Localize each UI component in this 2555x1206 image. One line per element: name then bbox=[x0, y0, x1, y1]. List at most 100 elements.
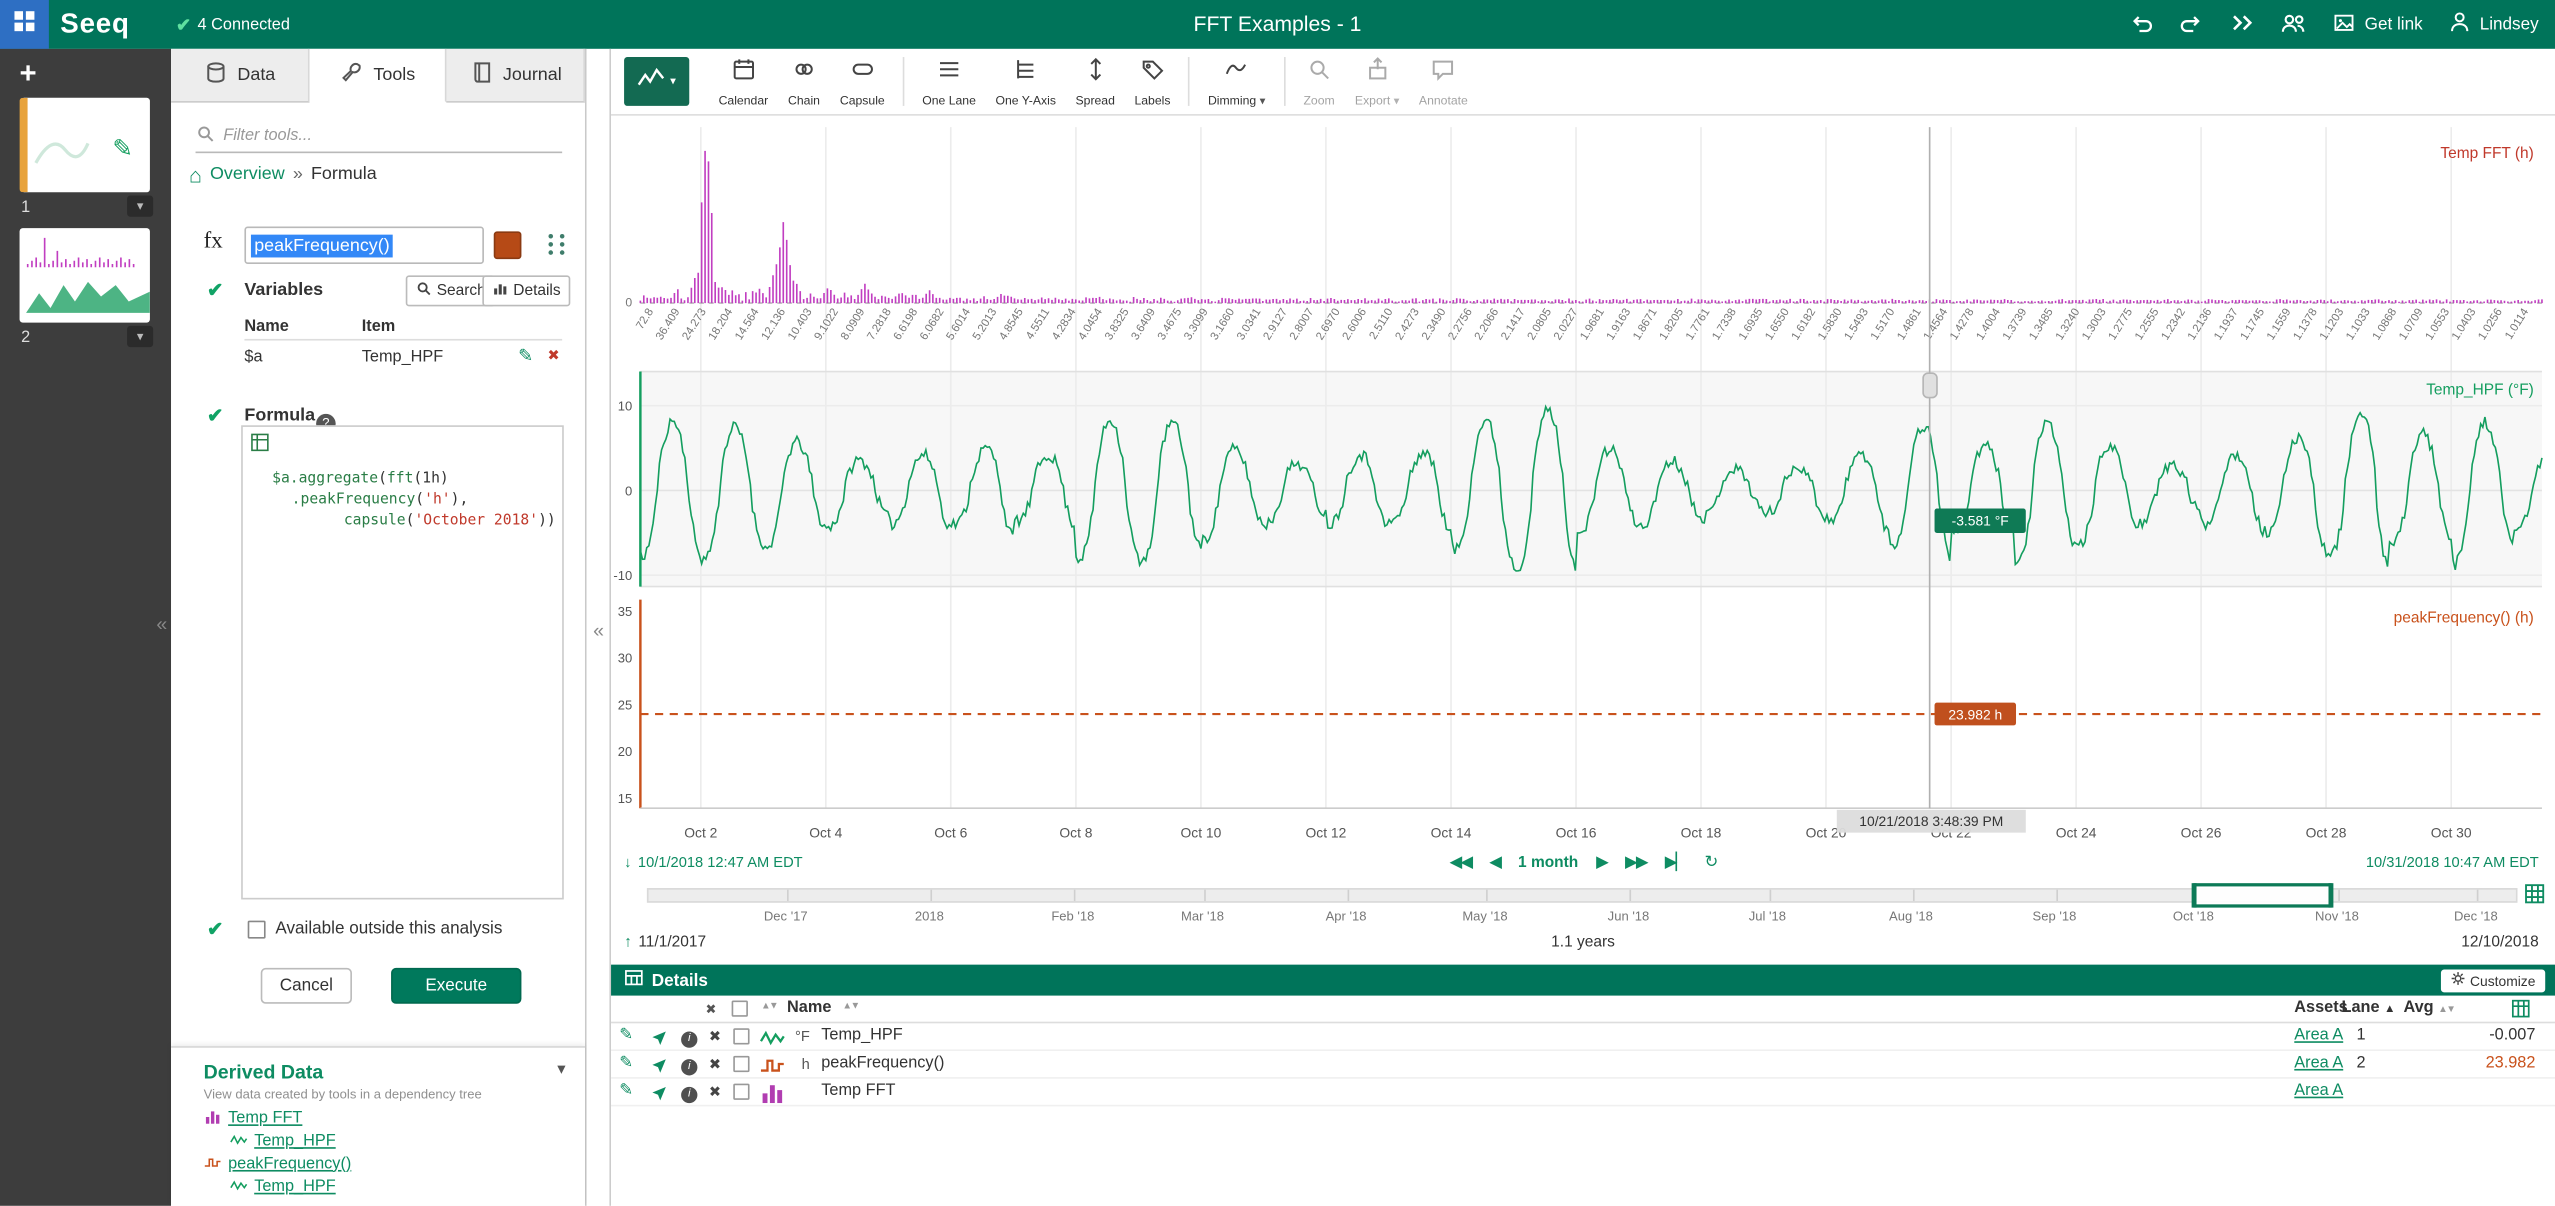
filter-tools-input[interactable] bbox=[223, 127, 562, 145]
edit-icon[interactable]: ✎ bbox=[619, 1054, 633, 1072]
toolbar-one-y-axis-button[interactable]: One Y-Axis bbox=[986, 53, 1066, 110]
remove-icon[interactable]: ✖ bbox=[709, 1056, 721, 1074]
jump-back-button[interactable]: ◀◀ bbox=[1449, 854, 1471, 872]
customize-button[interactable]: Customize bbox=[2441, 969, 2546, 992]
code-line[interactable]: .peakFrequency('h'), bbox=[272, 490, 556, 511]
insert-variable-icon[interactable] bbox=[249, 432, 270, 461]
assets-link[interactable]: Area A bbox=[2294, 1027, 2343, 1045]
svg-text:10: 10 bbox=[618, 399, 632, 414]
col-avg-header[interactable]: Avg ▲▼ bbox=[2403, 999, 2454, 1017]
remove-variable-icon[interactable]: ✖ bbox=[547, 347, 559, 365]
info-icon[interactable]: i bbox=[681, 1056, 697, 1076]
undo-icon[interactable] bbox=[2128, 9, 2154, 40]
remove-icon[interactable]: ✖ bbox=[709, 1084, 721, 1102]
timeline-selection[interactable] bbox=[2193, 883, 2332, 907]
get-link-button[interactable]: Get link bbox=[2332, 11, 2423, 39]
formula-options-icon[interactable] bbox=[543, 230, 572, 259]
toolbar-dimming-button[interactable]: Dimming ▾ bbox=[1198, 53, 1275, 110]
worksheet-thumbnail[interactable] bbox=[20, 228, 150, 323]
toolbar-spread-button[interactable]: Spread bbox=[1066, 53, 1125, 110]
range-end-link[interactable]: 10/31/2018 10:47 AM EDT bbox=[2366, 854, 2539, 870]
worksheet-menu-chevron-icon[interactable]: ▾ bbox=[127, 196, 153, 217]
tab-data[interactable]: Data bbox=[171, 49, 309, 103]
code-line[interactable]: capsule('October 2018')) bbox=[272, 512, 556, 533]
available-outside-checkbox[interactable] bbox=[248, 921, 266, 939]
row-checkbox[interactable] bbox=[733, 1084, 749, 1105]
assets-link[interactable]: Area A bbox=[2294, 1082, 2343, 1100]
home-icon[interactable]: ⌂ bbox=[189, 165, 202, 183]
toolbar-labels-button[interactable]: Labels bbox=[1125, 53, 1181, 110]
svg-text:4.5511: 4.5511 bbox=[1024, 306, 1052, 341]
formula-code-editor[interactable]: $a.aggregate(fft(1h).peakFrequency('h'),… bbox=[241, 425, 564, 899]
worksheet-thumbnail[interactable]: ✎ bbox=[20, 98, 150, 193]
forward-all-icon[interactable] bbox=[2229, 9, 2255, 40]
view-selector-button[interactable]: ▾ bbox=[624, 57, 689, 106]
col-lane-header[interactable]: Lane ▲ bbox=[2342, 999, 2396, 1017]
derived-data-subtitle: View data created by tools in a dependen… bbox=[204, 1087, 482, 1102]
item-name[interactable]: Temp FFT bbox=[821, 1082, 895, 1100]
edit-variable-icon[interactable]: ✎ bbox=[518, 345, 533, 366]
temp-fft-series[interactable] bbox=[640, 151, 2542, 303]
add-worksheet-button[interactable]: + bbox=[20, 59, 37, 88]
row-checkbox[interactable] bbox=[733, 1056, 749, 1077]
pin-icon[interactable] bbox=[650, 1084, 668, 1107]
remove-icon[interactable]: ✖ bbox=[709, 1028, 721, 1046]
investigate-end[interactable]: 12/10/2018 bbox=[2461, 934, 2538, 952]
sort-icon[interactable]: ▲▼ bbox=[761, 1002, 777, 1012]
user-menu[interactable]: Lindsey bbox=[2447, 10, 2539, 39]
color-swatch-button[interactable] bbox=[494, 231, 522, 259]
assets-link[interactable]: Area A bbox=[2294, 1054, 2343, 1072]
edit-icon[interactable]: ✎ bbox=[619, 1082, 633, 1100]
users-icon[interactable] bbox=[2280, 9, 2308, 40]
refresh-button[interactable]: ↻ bbox=[1705, 854, 1717, 872]
chevron-down-icon[interactable]: ▾ bbox=[557, 1061, 565, 1079]
toolbar-chain-button[interactable]: Chain bbox=[778, 53, 830, 110]
go-to-end-button[interactable]: ▶▏ bbox=[1665, 854, 1687, 872]
timeline-grid-icon[interactable] bbox=[2524, 883, 2545, 912]
column-config-icon[interactable] bbox=[2511, 999, 2531, 1023]
code-line[interactable]: $a.aggregate(fft(1h) bbox=[272, 469, 556, 490]
item-name[interactable]: Temp_HPF bbox=[821, 1027, 902, 1045]
toolbar-one-lane-button[interactable]: One Lane bbox=[912, 53, 985, 110]
derived-item-link[interactable]: Temp_HPF bbox=[254, 1132, 335, 1150]
pin-icon[interactable] bbox=[650, 1028, 668, 1051]
worksheet-menu-chevron-icon[interactable]: ▾ bbox=[127, 326, 153, 347]
tab-tools[interactable]: Tools bbox=[309, 49, 447, 103]
item-name[interactable]: peakFrequency() bbox=[821, 1054, 944, 1072]
duration-label[interactable]: 1 month bbox=[1518, 854, 1578, 872]
derived-item-link[interactable]: Temp FFT bbox=[228, 1109, 302, 1127]
variable-details-button[interactable]: Details bbox=[482, 275, 570, 306]
col-name-header[interactable]: Name bbox=[787, 999, 831, 1017]
collapse-panel-icon[interactable]: « bbox=[593, 621, 604, 641]
trend-chart[interactable]: 0Temp FFT (h)72.836.40924.27318.20414.56… bbox=[611, 122, 2555, 849]
redo-icon[interactable] bbox=[2179, 9, 2205, 40]
toolbar-calendar-button[interactable]: Calendar bbox=[709, 53, 778, 110]
step-forward-button[interactable]: ▶ bbox=[1596, 854, 1607, 872]
table-row[interactable]: ✎ i ✖ h peakFrequency() Area A 2 23.982 bbox=[611, 1051, 2555, 1079]
pin-icon[interactable] bbox=[650, 1056, 668, 1079]
table-row[interactable]: ✎ i ✖ °F Temp_HPF Area A 1 -0.007 bbox=[611, 1023, 2555, 1051]
formula-name-input[interactable]: peakFrequency() bbox=[244, 226, 484, 263]
sort-icon[interactable]: ▲▼ bbox=[842, 1002, 858, 1012]
collapse-worksheets-icon[interactable]: « bbox=[156, 614, 167, 634]
cursor-handle[interactable] bbox=[1923, 373, 1937, 397]
jump-forward-button[interactable]: ▶▶ bbox=[1625, 854, 1647, 872]
select-all-checkbox[interactable] bbox=[732, 1000, 748, 1021]
table-row[interactable]: ✎ i ✖ Temp FFT Area A bbox=[611, 1079, 2555, 1107]
edit-icon[interactable]: ✎ bbox=[619, 1027, 633, 1045]
info-icon[interactable]: i bbox=[681, 1028, 697, 1048]
execute-button[interactable]: Execute bbox=[391, 968, 521, 1004]
col-assets-header[interactable]: Assets bbox=[2294, 999, 2347, 1017]
filter-tools-search[interactable] bbox=[196, 121, 563, 154]
derived-item-link[interactable]: peakFrequency() bbox=[228, 1154, 351, 1172]
step-back-button[interactable]: ◀ bbox=[1489, 854, 1500, 872]
remove-all-icon[interactable]: ✖ bbox=[706, 1002, 717, 1017]
row-checkbox[interactable] bbox=[733, 1028, 749, 1049]
toolbar-capsule-button[interactable]: Capsule bbox=[830, 53, 894, 110]
svg-text:1.4278: 1.4278 bbox=[1948, 306, 1977, 342]
cancel-button[interactable]: Cancel bbox=[261, 968, 352, 1004]
derived-item-link[interactable]: Temp_HPF bbox=[254, 1177, 335, 1195]
tab-journal[interactable]: Journal bbox=[447, 49, 585, 103]
breadcrumb-overview-link[interactable]: Overview bbox=[210, 165, 285, 185]
info-icon[interactable]: i bbox=[681, 1084, 697, 1104]
